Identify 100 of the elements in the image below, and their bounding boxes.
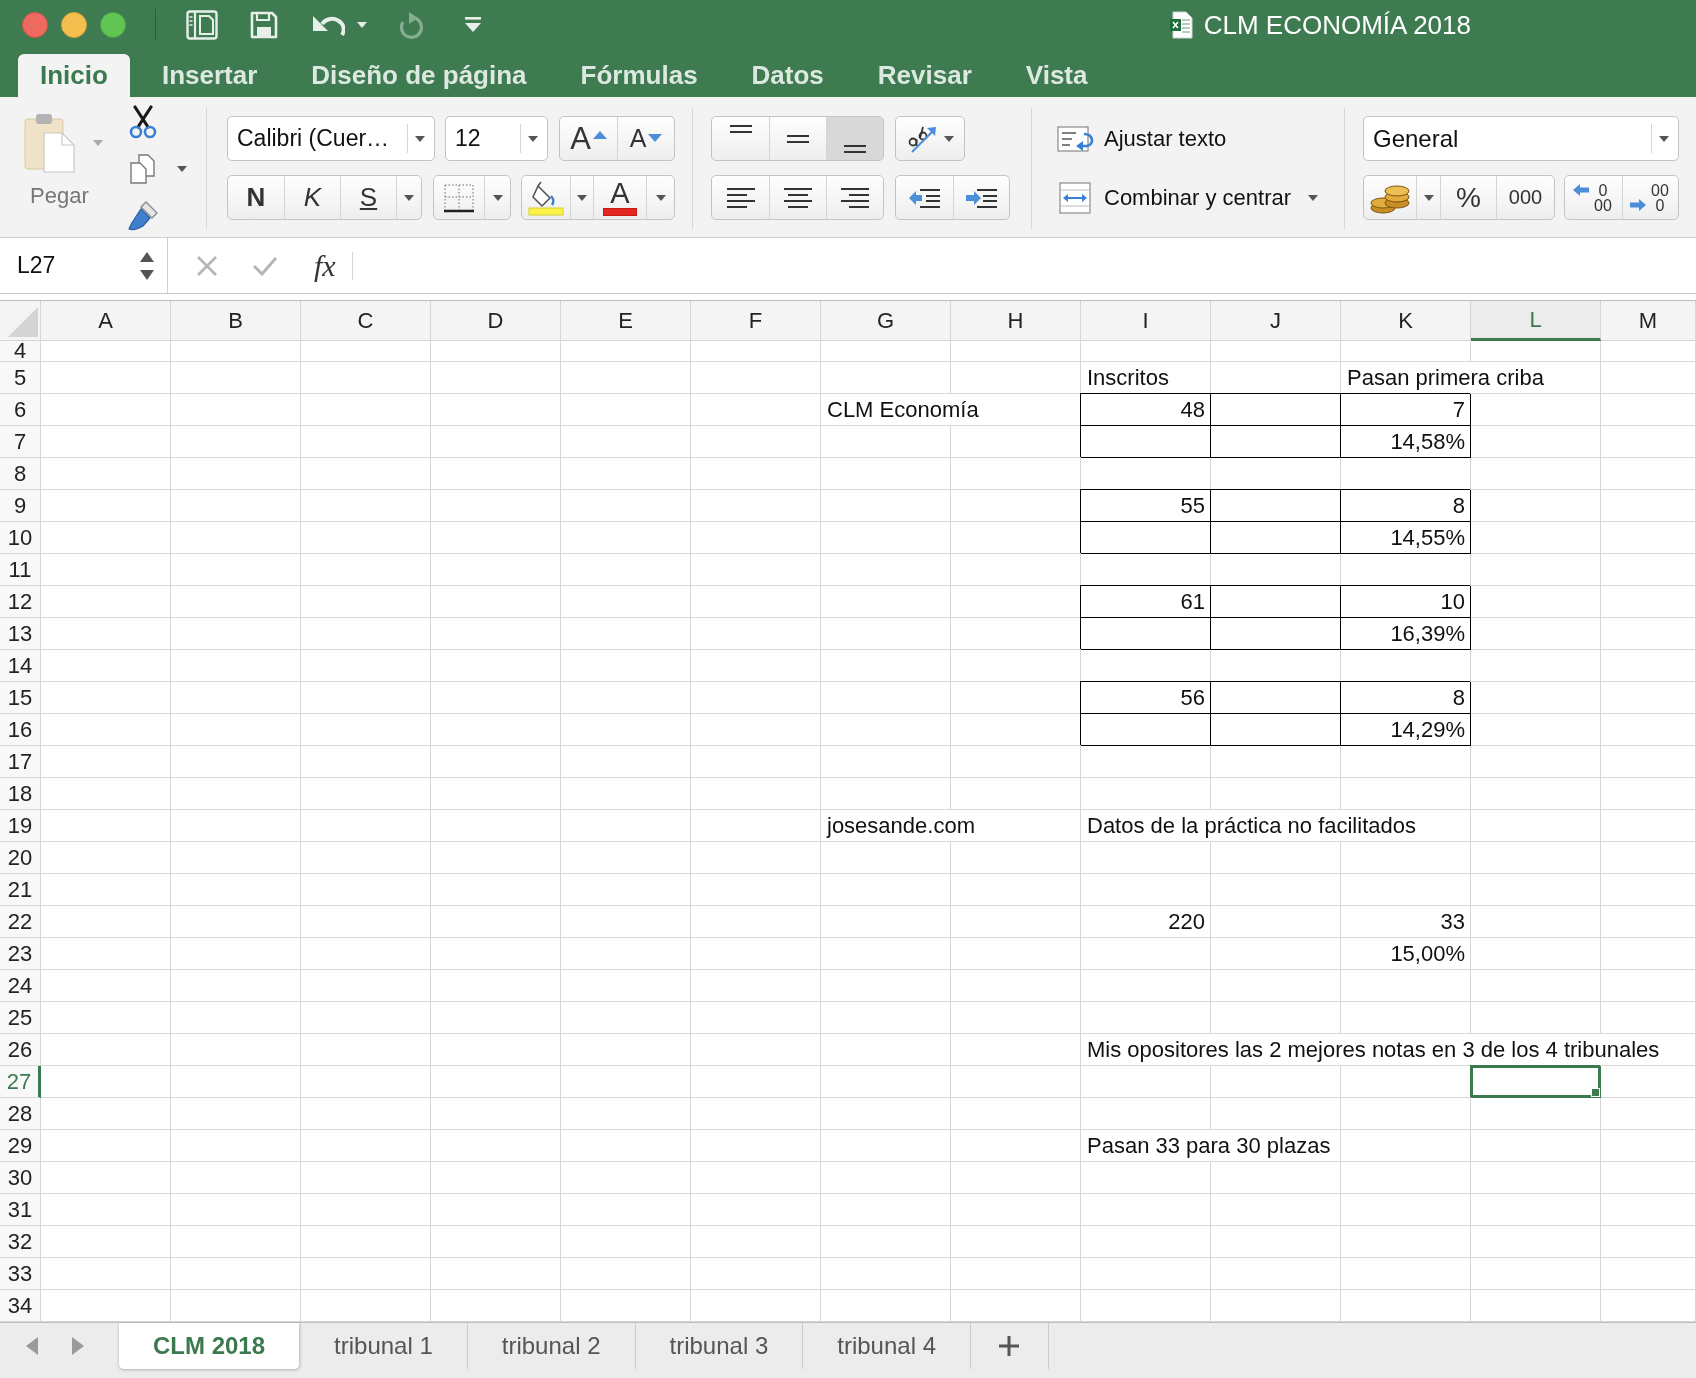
spreadsheet-cell[interactable] <box>1601 874 1696 906</box>
spreadsheet-cell[interactable] <box>301 618 431 650</box>
spreadsheet-cell[interactable] <box>951 970 1081 1002</box>
ribbon-tab[interactable]: Revisar <box>855 54 994 97</box>
spreadsheet-cell[interactable] <box>41 906 171 938</box>
thousands-button[interactable]: 000 <box>1496 176 1554 219</box>
spreadsheet-cell[interactable] <box>561 341 691 362</box>
spreadsheet-cell[interactable] <box>1601 1098 1696 1130</box>
spreadsheet-cell[interactable] <box>691 362 821 394</box>
bordered-cell[interactable] <box>1211 586 1341 618</box>
spreadsheet-cell[interactable] <box>691 554 821 586</box>
spreadsheet-cell[interactable] <box>1081 970 1211 1002</box>
name-box-field[interactable]: L27 <box>0 238 168 293</box>
spreadsheet-cell[interactable] <box>1341 1194 1471 1226</box>
spreadsheet-cell[interactable] <box>561 586 691 618</box>
spreadsheet-cell[interactable] <box>1601 586 1696 618</box>
spreadsheet-cell[interactable] <box>561 842 691 874</box>
spreadsheet-cell[interactable] <box>1211 746 1341 778</box>
spreadsheet-cell[interactable] <box>171 426 301 458</box>
spreadsheet-cell[interactable] <box>431 618 561 650</box>
spreadsheet-cell[interactable] <box>951 874 1081 906</box>
spreadsheet-cell[interactable] <box>1081 1162 1211 1194</box>
row-header[interactable]: 26 <box>0 1034 41 1066</box>
column-header[interactable]: M <box>1601 301 1696 341</box>
row-header[interactable]: 5 <box>0 362 41 394</box>
spreadsheet-cell[interactable] <box>951 1034 1081 1066</box>
spreadsheet-cell[interactable] <box>1211 874 1341 906</box>
spreadsheet-cell[interactable] <box>431 1066 561 1098</box>
spreadsheet-cell[interactable] <box>41 746 171 778</box>
spreadsheet-cell[interactable] <box>821 1258 951 1290</box>
cut-icon[interactable] <box>128 105 158 139</box>
spreadsheet-cell[interactable] <box>691 682 821 714</box>
spreadsheet-cell[interactable]: josesande.com <box>821 810 1081 842</box>
spreadsheet-cell[interactable] <box>821 1066 951 1098</box>
spreadsheet-cell[interactable] <box>951 554 1081 586</box>
spreadsheet-cell[interactable] <box>951 714 1081 746</box>
spreadsheet-cell[interactable] <box>821 522 951 554</box>
spreadsheet-cell[interactable] <box>41 874 171 906</box>
spreadsheet-cell[interactable] <box>1471 874 1601 906</box>
spreadsheet-cell[interactable] <box>431 490 561 522</box>
cancel-icon[interactable] <box>196 254 218 277</box>
spreadsheet-cell[interactable] <box>301 938 431 970</box>
spreadsheet-cell[interactable] <box>1341 970 1471 1002</box>
spreadsheet-cell[interactable] <box>301 1226 431 1258</box>
spreadsheet-cell[interactable] <box>41 810 171 842</box>
spreadsheet-cell[interactable] <box>1211 906 1341 938</box>
spreadsheet-cell[interactable] <box>1211 842 1341 874</box>
spreadsheet-cell[interactable] <box>1471 1290 1601 1322</box>
spreadsheet-cell[interactable] <box>171 362 301 394</box>
spreadsheet-cell[interactable] <box>431 810 561 842</box>
shrink-font-button[interactable]: A <box>617 117 674 160</box>
spreadsheet-cell[interactable] <box>431 970 561 1002</box>
spreadsheet-cell[interactable] <box>821 586 951 618</box>
spreadsheet-cell[interactable] <box>171 938 301 970</box>
spreadsheet-cell[interactable] <box>171 490 301 522</box>
ribbon-tab[interactable]: Inicio <box>18 54 130 97</box>
spreadsheet-cell[interactable] <box>41 426 171 458</box>
spreadsheet-cell[interactable] <box>1211 938 1341 970</box>
spreadsheet-cell[interactable] <box>301 682 431 714</box>
spreadsheet-cell[interactable] <box>41 650 171 682</box>
spreadsheet-cell[interactable] <box>431 522 561 554</box>
row-header[interactable]: 15 <box>0 682 41 714</box>
bordered-cell[interactable] <box>1211 394 1341 426</box>
spreadsheet-cell[interactable] <box>301 1258 431 1290</box>
spreadsheet-cell[interactable] <box>41 1194 171 1226</box>
spreadsheet-cell[interactable] <box>1601 1130 1696 1162</box>
redo-icon[interactable] <box>398 11 424 39</box>
spreadsheet-cell[interactable] <box>1341 746 1471 778</box>
spreadsheet-cell[interactable] <box>301 1034 431 1066</box>
spreadsheet-cell[interactable] <box>1601 1002 1696 1034</box>
spreadsheet-cell[interactable] <box>301 458 431 490</box>
spreadsheet-cell[interactable] <box>1341 1098 1471 1130</box>
spreadsheet-cell[interactable] <box>301 1194 431 1226</box>
spreadsheet-cell[interactable] <box>691 1290 821 1322</box>
spreadsheet-cell[interactable] <box>1471 1162 1601 1194</box>
row-header[interactable]: 31 <box>0 1194 41 1226</box>
spreadsheet-cell[interactable] <box>1081 842 1211 874</box>
bordered-cell[interactable]: 14,58% <box>1341 426 1471 458</box>
spreadsheet-cell[interactable] <box>821 1226 951 1258</box>
spreadsheet-cell[interactable] <box>431 778 561 810</box>
spreadsheet-cell[interactable] <box>561 458 691 490</box>
spreadsheet-cell[interactable] <box>821 682 951 714</box>
spreadsheet-cell[interactable] <box>431 1194 561 1226</box>
spreadsheet-cell[interactable] <box>1211 970 1341 1002</box>
spreadsheet-cell[interactable] <box>171 1194 301 1226</box>
bordered-cell[interactable] <box>1211 682 1341 714</box>
spreadsheet-cell[interactable] <box>1471 842 1601 874</box>
spreadsheet-cell[interactable] <box>561 874 691 906</box>
row-header[interactable]: 30 <box>0 1162 41 1194</box>
spreadsheet-cell[interactable] <box>561 394 691 426</box>
spreadsheet-cell[interactable] <box>561 554 691 586</box>
spreadsheet-cell[interactable] <box>1471 1130 1601 1162</box>
bordered-cell[interactable] <box>1211 490 1341 522</box>
spreadsheet-cell[interactable] <box>1081 1002 1211 1034</box>
spreadsheet-cell[interactable] <box>1471 746 1601 778</box>
spreadsheet-cell[interactable] <box>1211 1258 1341 1290</box>
spreadsheet-cell[interactable] <box>301 1098 431 1130</box>
spreadsheet-cell[interactable] <box>1601 650 1696 682</box>
row-header[interactable]: 18 <box>0 778 41 810</box>
spreadsheet-cell[interactable] <box>1341 341 1471 362</box>
